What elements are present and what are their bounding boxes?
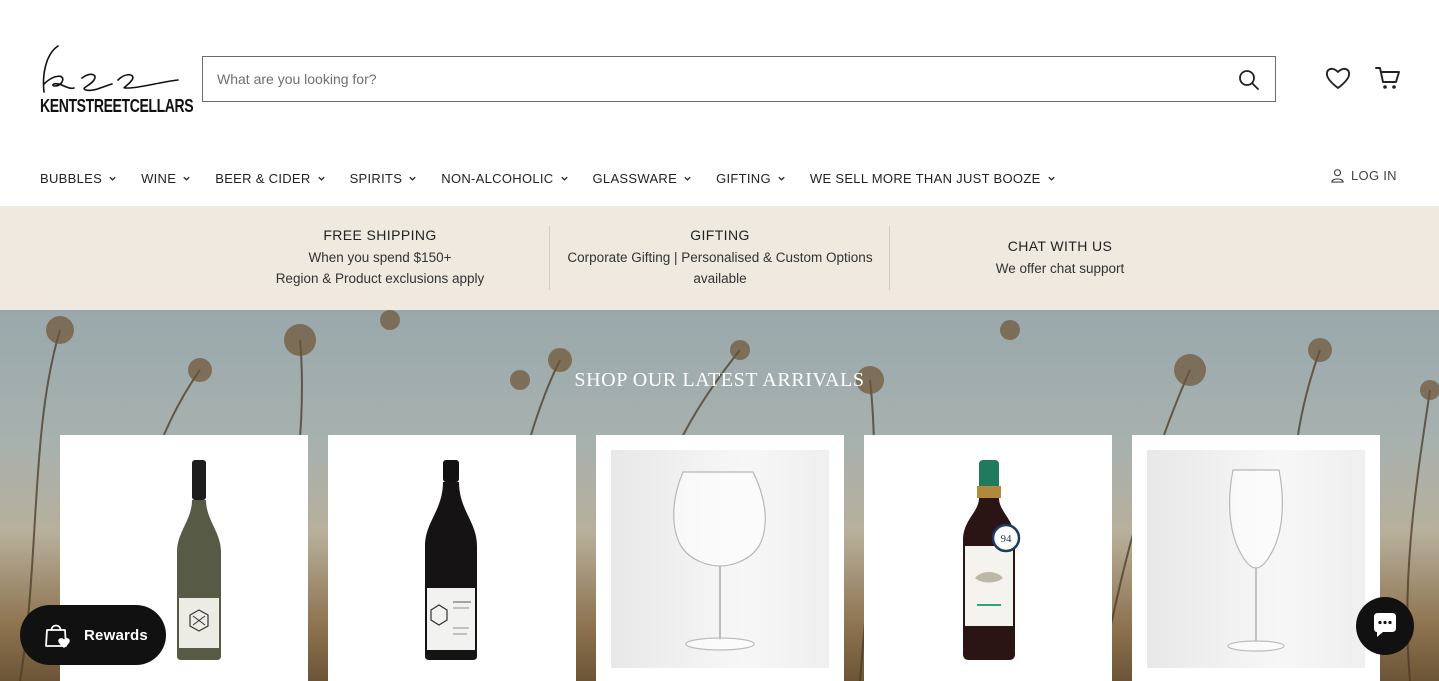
nav-item-label: WE SELL MORE THAN JUST BOOZE <box>809 170 1041 186</box>
logo-wordmark: KENTSTREETCELLARS <box>40 96 194 116</box>
store-logo[interactable]: KENTSTREETCELLARS <box>40 44 194 118</box>
rewards-button[interactable]: Rewards <box>20 605 166 665</box>
user-icon <box>1331 169 1344 183</box>
gifting-title: GIFTING <box>690 227 750 243</box>
chevron-down-icon <box>684 176 691 181</box>
search-icon <box>1239 70 1259 90</box>
cart-button[interactable] <box>1374 64 1402 92</box>
nav-item-bubbles[interactable]: BUBBLES <box>40 171 117 186</box>
main-nav: BUBBLES WINE BEER & CIDER SPIRITS NON-AL… <box>40 168 1080 188</box>
nav-item-label: NON-ALCOHOLIC <box>441 170 554 186</box>
nav-item-spirits[interactable]: SPIRITS <box>350 171 418 186</box>
nav-item-label: GLASSWARE <box>592 170 678 186</box>
product-card[interactable] <box>328 435 576 681</box>
search-bar <box>202 56 1276 102</box>
nav-item-label: BUBBLES <box>40 170 103 186</box>
product-card[interactable] <box>596 435 844 681</box>
wishlist-button[interactable] <box>1324 64 1352 92</box>
login-label: LOG IN <box>1351 168 1397 183</box>
promo-info-bar: FREE SHIPPING When you spend $150+ Regio… <box>0 206 1439 310</box>
free-shipping-line-2: Region & Product exclusions apply <box>275 271 485 286</box>
nav-item-more[interactable]: WE SELL MORE THAN JUST BOOZE <box>810 171 1056 186</box>
product-image: 94 <box>879 450 1097 668</box>
product-image <box>1147 450 1365 668</box>
logo-script-icon <box>42 45 179 93</box>
flute-glass-icon <box>1227 469 1285 652</box>
nav-item-glassware[interactable]: GLASSWARE <box>593 171 693 186</box>
product-image <box>611 450 829 668</box>
search-input[interactable] <box>217 57 1207 101</box>
chevron-down-icon <box>109 176 116 181</box>
nav-item-label: SPIRITS <box>349 170 403 186</box>
nav-item-non-alcoholic[interactable]: NON-ALCOHOLIC <box>441 171 568 186</box>
section-title: SHOP OUR LATEST ARRIVALS <box>574 369 865 391</box>
burgundy-glass-icon <box>673 471 766 651</box>
red-wine-bottle-green-cap-icon: 94 <box>963 460 1021 660</box>
free-shipping-block: FREE SHIPPING When you spend $150+ Regio… <box>210 206 550 310</box>
gifting-block: GIFTING Corporate Gifting | Personalised… <box>550 206 890 310</box>
chat-block: CHAT WITH US We offer chat support <box>890 206 1230 310</box>
login-link[interactable]: LOG IN <box>1330 168 1397 183</box>
chevron-down-icon <box>560 176 568 181</box>
red-wine-bottle-icon <box>425 460 477 660</box>
shopping-bag-heart-icon <box>45 624 70 648</box>
chat-line-1: We offer chat support <box>995 260 1125 276</box>
chevron-down-icon <box>409 176 416 181</box>
site-header: KENTSTREETCELLARS <box>0 0 1439 150</box>
chat-title: CHAT WITH US <box>1007 237 1113 254</box>
latest-arrivals-section: SHOP OUR LATEST ARRIVALS 94 <box>0 310 1439 681</box>
free-shipping-title: FREE SHIPPING <box>323 227 437 243</box>
score-badge: 94 <box>1001 533 1013 545</box>
product-image <box>343 450 561 668</box>
nav-item-label: GIFTING <box>716 170 771 186</box>
rewards-label: Rewards <box>84 626 148 644</box>
chevron-down-icon <box>778 176 785 181</box>
heart-icon <box>1325 67 1351 89</box>
free-shipping-line-1: When you spend $150+ <box>308 250 452 265</box>
chevron-down-icon <box>317 176 325 181</box>
chevron-down-icon <box>1047 176 1055 181</box>
product-card[interactable] <box>1132 435 1380 681</box>
nav-item-label: WINE <box>141 170 177 186</box>
chevron-down-icon <box>183 176 190 181</box>
nav-item-gifting[interactable]: GIFTING <box>716 171 786 186</box>
product-card[interactable]: 94 <box>864 435 1112 681</box>
chat-widget-button[interactable] <box>1356 597 1414 655</box>
nav-item-wine[interactable]: WINE <box>141 171 191 186</box>
nav-item-label: BEER & CIDER <box>215 170 311 186</box>
gifting-line-1: Corporate Gifting | Personalised & Custo… <box>567 250 873 265</box>
nav-item-beer-cider[interactable]: BEER & CIDER <box>215 171 325 186</box>
cart-icon <box>1375 67 1400 89</box>
gifting-line-2: available <box>693 271 747 286</box>
search-button[interactable] <box>1237 68 1261 92</box>
chat-bubble-icon <box>1374 613 1396 637</box>
